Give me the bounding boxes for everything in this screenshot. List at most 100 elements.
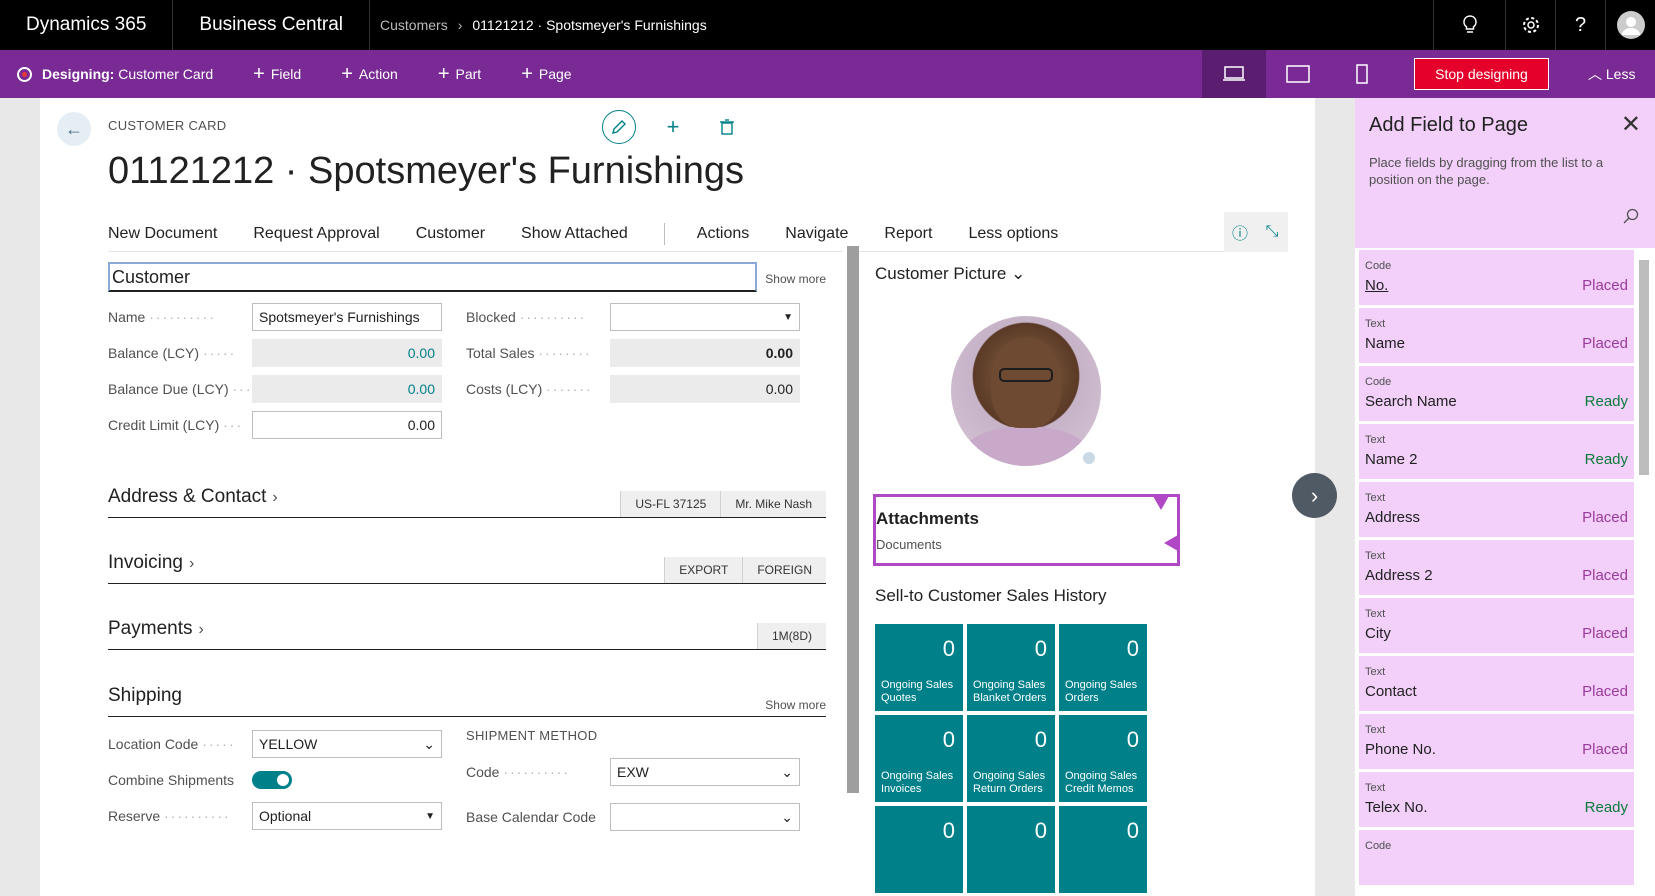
shipping-show-more[interactable]: Show more: [765, 698, 826, 712]
credit-limit-input[interactable]: 0.00: [252, 411, 442, 439]
phone-preview-icon[interactable]: [1330, 50, 1394, 98]
help-icon[interactable]: ?: [1555, 0, 1605, 50]
new-plus-icon[interactable]: +: [656, 110, 690, 144]
field-item-next[interactable]: Code: [1359, 830, 1634, 888]
customer-section-header: Customer Show more: [108, 262, 826, 292]
customer-section-title[interactable]: Customer: [108, 262, 757, 292]
action-new-document[interactable]: New Document: [108, 225, 217, 243]
plus-icon: +: [521, 62, 533, 85]
action-customer[interactable]: Customer: [416, 225, 485, 243]
tile-history-8[interactable]: 0: [967, 806, 1055, 893]
base-calendar-field: Base Calendar Code ⌄: [466, 803, 800, 831]
add-field-panel: Add Field to Page ✕ Place fields by drag…: [1355, 98, 1655, 896]
action-navigate[interactable]: Navigate: [785, 225, 848, 243]
tile-ongoing-sales-quotes[interactable]: 0 Ongoing Sales Quotes: [875, 624, 963, 711]
action-actions[interactable]: Actions: [697, 225, 749, 243]
field-item-phone-no[interactable]: Text Phone No. Placed: [1359, 714, 1634, 772]
field-item-search-name[interactable]: Code Search Name Ready: [1359, 366, 1634, 424]
stop-designing-button[interactable]: Stop designing: [1414, 58, 1549, 90]
balance-due-value[interactable]: 0.00: [252, 375, 442, 403]
address-pills: US-FL 37125 Mr. Mike Nash: [620, 491, 826, 517]
balance-value[interactable]: 0.00: [252, 339, 442, 367]
top-bar: Dynamics 365 Business Central Customers …: [0, 0, 1655, 50]
customer-picture: [951, 316, 1101, 466]
card-scrollbar[interactable]: [843, 246, 859, 896]
breadcrumb: Customers › 01121212 · Spotsmeyer's Furn…: [380, 17, 707, 33]
close-icon[interactable]: ✕: [1621, 110, 1641, 139]
chevron-down-icon: ⌄: [781, 808, 793, 825]
location-code-field: Location Code ····· YELLOW ⌄: [108, 730, 442, 758]
back-arrow-icon[interactable]: ←: [57, 112, 91, 146]
shipment-code-field: Code ·········· EXW ⌄: [466, 758, 800, 786]
breadcrumb-customers[interactable]: Customers: [380, 17, 448, 33]
shipment-code-select[interactable]: EXW ⌄: [610, 758, 800, 786]
attachments-documents[interactable]: Documents: [876, 537, 1177, 552]
field-item-address-2[interactable]: Text Address 2 Placed: [1359, 540, 1634, 598]
action-separator: [663, 222, 665, 245]
field-item-address[interactable]: Text Address Placed: [1359, 482, 1634, 540]
less-button[interactable]: ︿ Less: [1588, 64, 1635, 84]
address-contact-section[interactable]: Address & Contact › US-FL 37125 Mr. Mike …: [108, 486, 826, 518]
tile-history-9[interactable]: 0: [1059, 806, 1147, 893]
tile-ongoing-sales-return-orders[interactable]: 0 Ongoing Sales Return Orders: [967, 715, 1055, 802]
tile-ongoing-sales-blanket-orders[interactable]: 0 Ongoing Sales Blanket Orders: [967, 624, 1055, 711]
field-item-name[interactable]: Text Name Placed: [1359, 308, 1634, 366]
credit-limit-label: Credit Limit (LCY) ···: [108, 417, 244, 433]
field-item-telex-no[interactable]: Text Telex No. Ready: [1359, 772, 1634, 830]
invoicing-section[interactable]: Invoicing › EXPORT FOREIGN: [108, 552, 826, 584]
add-page-action[interactable]: + Page: [521, 63, 571, 86]
next-record-chevron-icon[interactable]: ›: [1292, 473, 1337, 518]
action-less-options[interactable]: Less options: [968, 225, 1058, 243]
tile-ongoing-sales-orders[interactable]: 0 Ongoing Sales Orders: [1059, 624, 1147, 711]
app-name-dynamics[interactable]: Dynamics 365: [0, 0, 174, 50]
add-field-action[interactable]: + Field: [253, 63, 301, 86]
action-request-approval[interactable]: Request Approval: [253, 225, 379, 243]
delete-trash-icon[interactable]: [710, 110, 744, 144]
base-calendar-select[interactable]: ⌄: [610, 803, 800, 831]
field-list-scrollbar[interactable]: [1637, 250, 1651, 896]
name-input[interactable]: Spotsmeyer's Furnishings: [252, 303, 442, 331]
tile-ongoing-sales-invoices[interactable]: 0 Ongoing Sales Invoices: [875, 715, 963, 802]
reserve-select[interactable]: Optional ▼: [252, 802, 442, 830]
blocked-select[interactable]: ▼: [610, 303, 800, 331]
field-list-scrollbar-thumb[interactable]: [1639, 260, 1649, 475]
lightbulb-icon[interactable]: [1433, 0, 1505, 50]
customer-card: ← CUSTOMER CARD + 01121212 · Spotsmeyer'…: [40, 98, 1315, 896]
tablet-preview-icon[interactable]: [1266, 50, 1330, 98]
avatar-icon[interactable]: [1605, 0, 1655, 50]
info-icon[interactable]: ⓘ: [1224, 212, 1256, 252]
field-item-city[interactable]: Text City Placed: [1359, 598, 1634, 656]
total-sales-value[interactable]: 0.00: [610, 339, 800, 367]
add-field-title: Add Field to Page: [1369, 114, 1528, 136]
combine-shipments-toggle[interactable]: [252, 771, 292, 789]
desktop-preview-icon[interactable]: [1202, 50, 1266, 98]
field-item-no[interactable]: Code No. Placed: [1359, 250, 1634, 308]
invoicing-title: Invoicing: [108, 552, 183, 573]
search-icon[interactable]: [1623, 208, 1639, 229]
reserve-label: Reserve ··········: [108, 808, 231, 824]
device-preview-group: [1202, 50, 1394, 98]
field-item-contact[interactable]: Text Contact Placed: [1359, 656, 1634, 714]
gear-icon[interactable]: [1505, 0, 1555, 50]
add-part-action[interactable]: + Part: [438, 63, 481, 86]
payments-section[interactable]: Payments › 1M(8D): [108, 618, 826, 650]
tile-history-7[interactable]: 0: [875, 806, 963, 893]
collapse-icon[interactable]: ⤡: [1256, 212, 1288, 252]
customer-show-more[interactable]: Show more: [765, 272, 826, 286]
tile-ongoing-sales-credit-memos[interactable]: 0 Ongoing Sales Credit Memos: [1059, 715, 1147, 802]
edit-pencil-icon[interactable]: [602, 110, 636, 144]
action-show-attached[interactable]: Show Attached: [521, 225, 628, 243]
customer-picture-header[interactable]: Customer Picture ⌄: [875, 264, 1025, 284]
field-item-name-2[interactable]: Text Name 2 Ready: [1359, 424, 1634, 482]
app-name-business-central[interactable]: Business Central: [173, 0, 371, 50]
action-report[interactable]: Report: [884, 225, 932, 243]
base-calendar-label: Base Calendar Code: [466, 809, 596, 825]
invoicing-pills: EXPORT FOREIGN: [664, 557, 826, 583]
breadcrumb-chevron-icon: ›: [457, 17, 463, 33]
shipping-section[interactable]: Shipping Show more: [108, 685, 826, 717]
add-action-action[interactable]: + Action: [341, 63, 398, 86]
attachments-part[interactable]: Attachments Documents: [873, 494, 1180, 566]
combine-shipments-label: Combine Shipments: [108, 772, 235, 788]
location-code-select[interactable]: YELLOW ⌄: [252, 730, 442, 758]
payments-pills: 1M(8D): [756, 623, 826, 649]
